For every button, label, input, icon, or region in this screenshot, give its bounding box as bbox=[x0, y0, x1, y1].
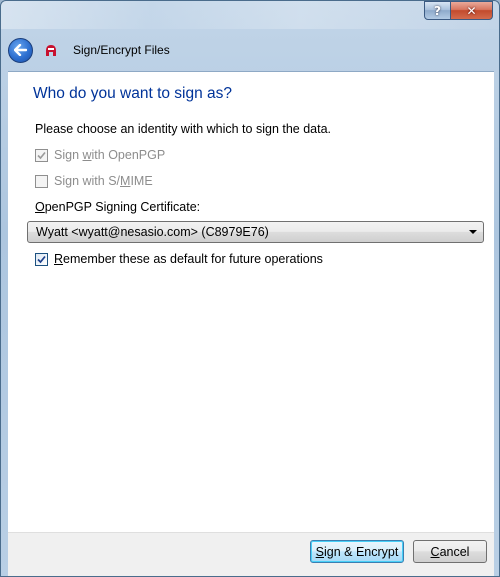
cancel-button[interactable]: Cancel bbox=[413, 540, 487, 563]
content-area: Who do you want to sign as? Please choos… bbox=[8, 71, 494, 532]
sign-encrypt-button[interactable]: Sign & Encrypt bbox=[310, 540, 404, 563]
selected-certificate: Wyatt <wyatt@nesasio.com> (C8979E76) bbox=[36, 225, 269, 239]
sign-openpgp-label: Sign with OpenPGP bbox=[54, 148, 166, 162]
signing-certificate-dropdown[interactable]: Wyatt <wyatt@nesasio.com> (C8979E76) bbox=[27, 221, 484, 243]
remember-default-label: Remember these as default for future ope… bbox=[54, 252, 323, 266]
kleopatra-icon bbox=[43, 42, 59, 58]
help-button[interactable]: ? bbox=[424, 1, 451, 20]
sign-openpgp-checkbox[interactable]: Sign with OpenPGP bbox=[35, 148, 165, 162]
button-bar: Sign & Encrypt Cancel bbox=[8, 532, 494, 576]
navigation-bar: Sign/Encrypt Files bbox=[8, 33, 492, 67]
checkbox-box[interactable] bbox=[35, 252, 48, 266]
instruction-text: Please choose an identity with which to … bbox=[35, 122, 332, 136]
page-heading: Who do you want to sign as? bbox=[33, 85, 233, 102]
checkbox-box[interactable] bbox=[35, 148, 48, 162]
remember-default-checkbox[interactable]: Remember these as default for future ope… bbox=[35, 252, 323, 266]
caption-buttons: ? ✕ bbox=[424, 1, 493, 21]
close-button[interactable]: ✕ bbox=[450, 1, 493, 20]
chevron-down-icon bbox=[469, 230, 477, 234]
sign-encrypt-label: Sign & Encrypt bbox=[315, 544, 399, 559]
back-button[interactable] bbox=[8, 37, 33, 63]
wizard-window: ? ✕ Sign/Encrypt Files Who do you want t… bbox=[0, 0, 500, 577]
cancel-label: Cancel bbox=[430, 544, 470, 559]
signing-certificate-label: OpenPGP Signing Certificate: bbox=[35, 200, 201, 214]
checkmark-icon bbox=[37, 255, 46, 263]
checkmark-icon bbox=[37, 151, 46, 159]
back-arrow-icon bbox=[14, 44, 27, 56]
checkbox-box[interactable] bbox=[35, 174, 48, 188]
wizard-title: Sign/Encrypt Files bbox=[73, 43, 170, 57]
sign-smime-checkbox[interactable]: Sign with S/MIME bbox=[35, 174, 153, 188]
sign-smime-label: Sign with S/MIME bbox=[54, 174, 153, 188]
